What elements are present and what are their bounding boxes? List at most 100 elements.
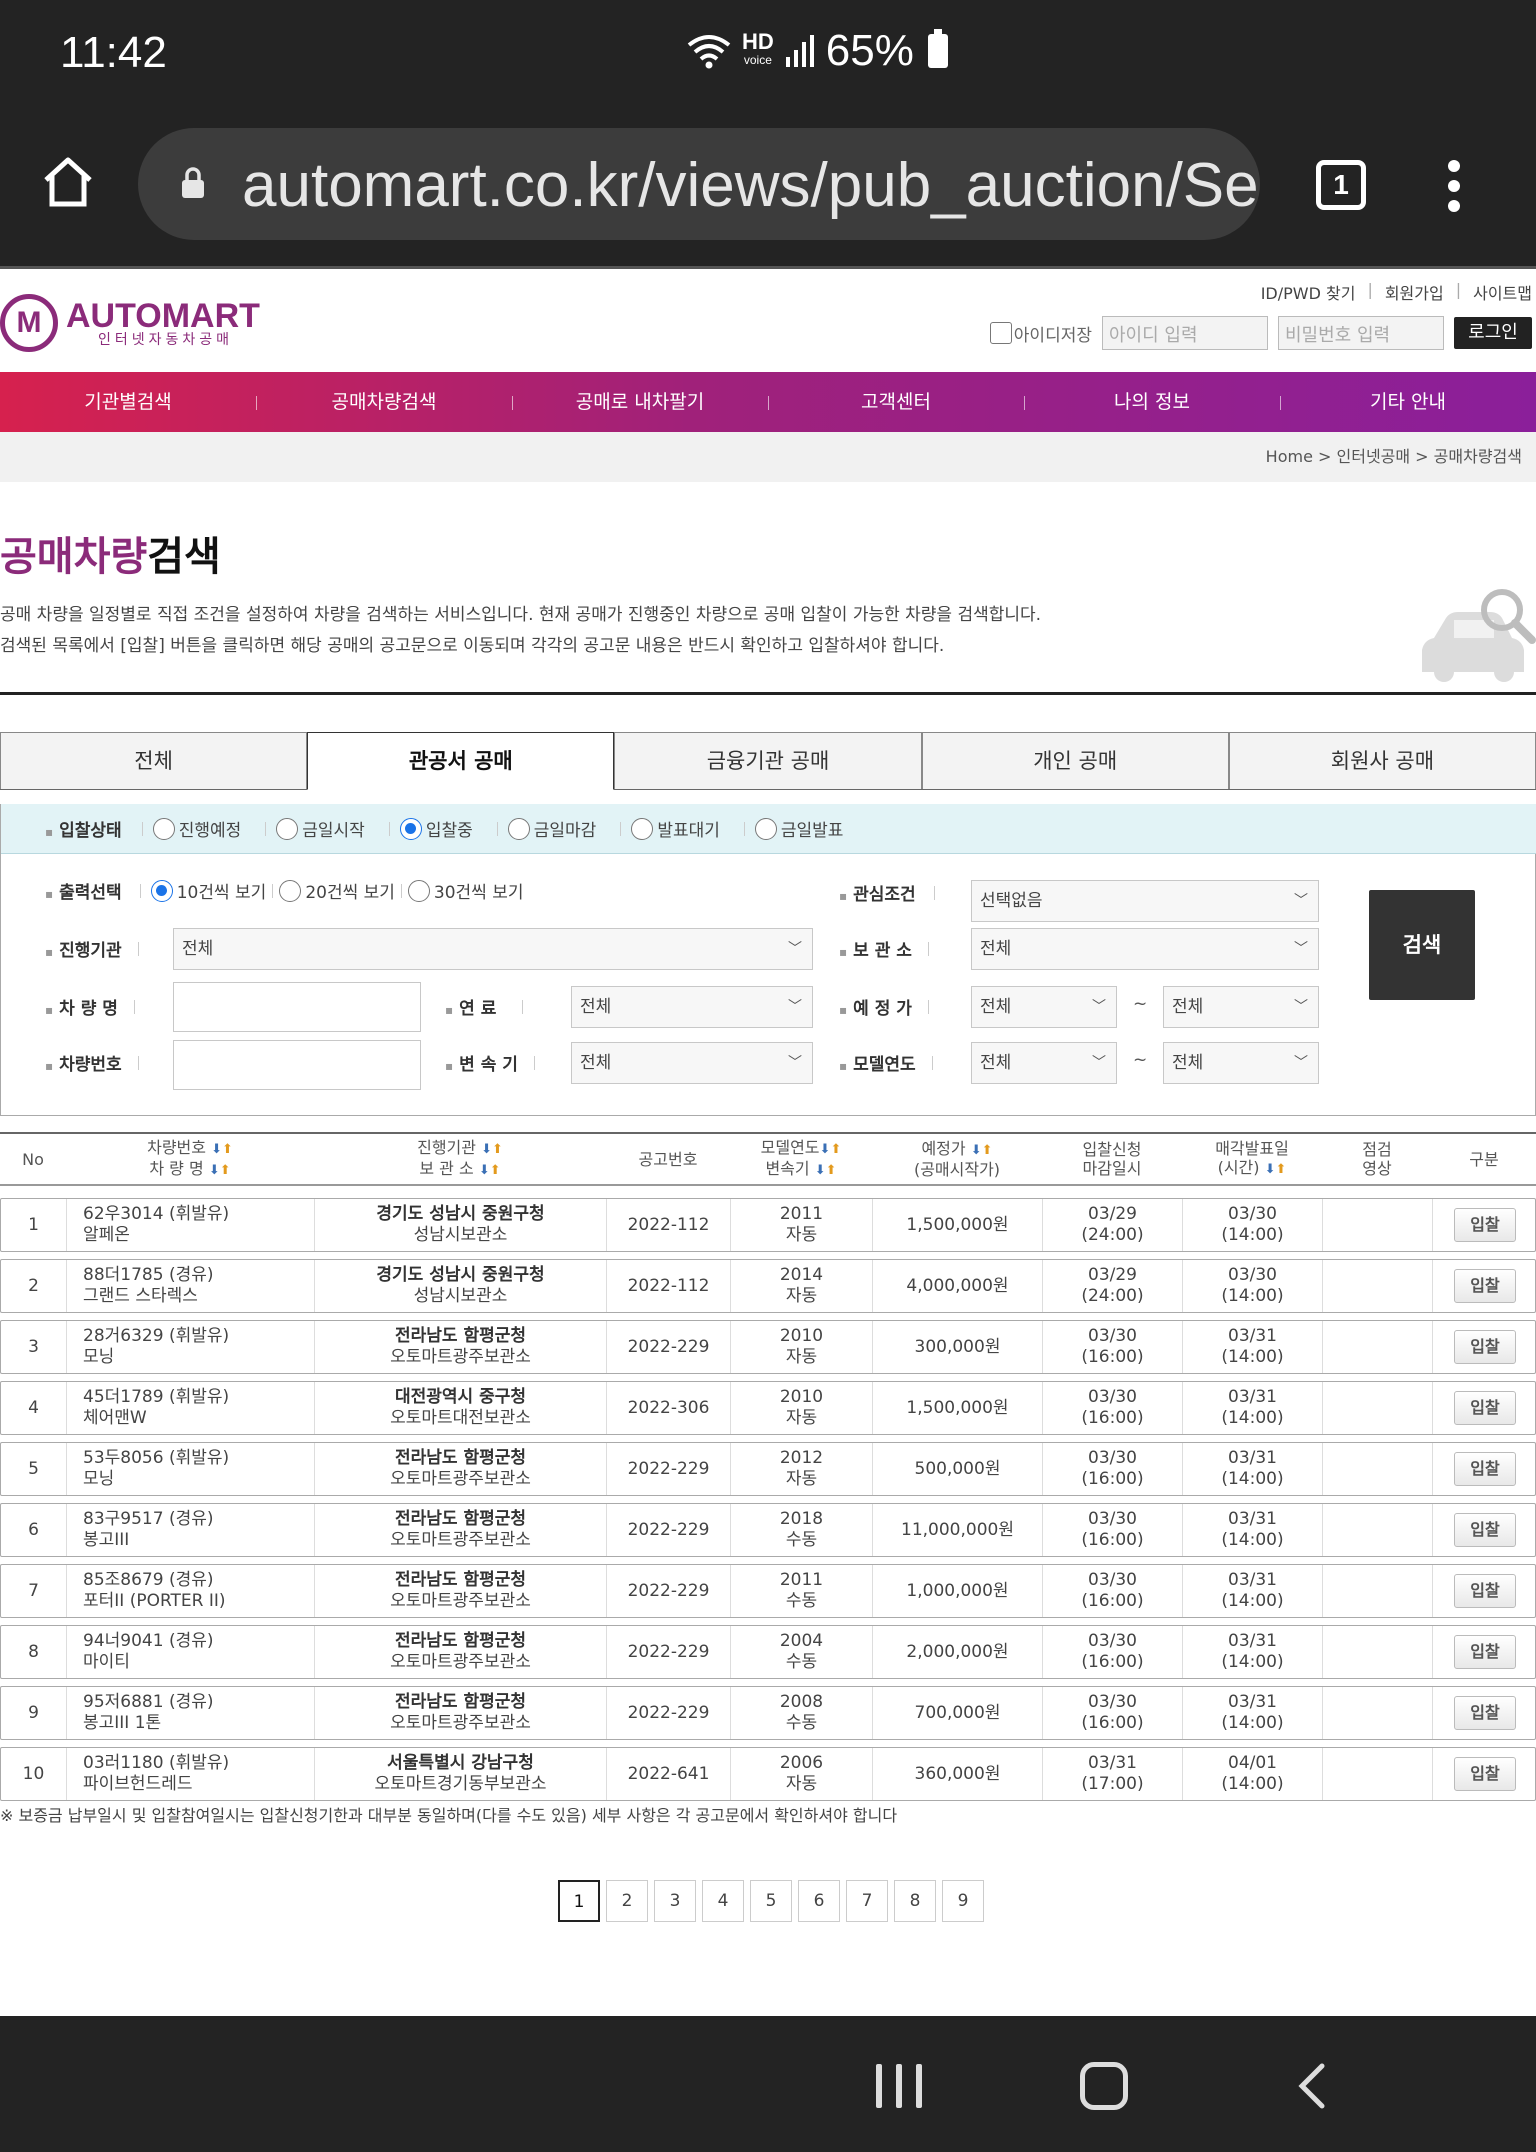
results-table: No 차량번호 ⬇⬆ 차 량 명 ⬇⬆ 진행기관 ⬇⬆ 보 관 소 ⬇⬆ 공고번… [0,1132,1536,1801]
bid-button[interactable]: 입찰 [1454,1452,1516,1486]
join-link[interactable]: 회원가입 [1385,280,1444,304]
page-3[interactable]: 3 [654,1880,696,1922]
search-button[interactable]: 검색 [1369,890,1475,1000]
table-row: 6 83구9517 (경유) 봉고III 전라남도 함평군청 오토마트광주보관소 2… [0,1503,1536,1557]
radio-await-announce[interactable]: 발표대기 [631,816,720,841]
radio-20-per-page[interactable]: 20건씩 보기 [279,878,395,903]
page-4[interactable]: 4 [702,1880,744,1922]
radio-10-per-page[interactable]: 10건씩 보기 [150,878,266,903]
tabs-icon[interactable]: 1 [1316,160,1366,210]
th-agency[interactable]: 진행기관 ⬇⬆ 보 관 소 ⬇⬆ [314,1134,606,1184]
th-car[interactable]: 차량번호 ⬇⬆ 차 량 명 ⬇⬆ [66,1134,314,1184]
page-1[interactable]: 1 [558,1880,600,1922]
nav-other-info[interactable]: 기타 안내 [1280,372,1536,432]
year-to-select[interactable]: 전체 ﹀ [1163,1042,1319,1084]
save-id-checkbox[interactable] [989,322,1012,344]
bid-button[interactable]: 입찰 [1454,1208,1516,1242]
sort-down-icon: ⬇ [208,1163,220,1178]
sort-down-icon: ⬇ [970,1143,982,1158]
battery-icon [927,29,948,68]
status-bar: 11:42 HD voice 65% [0,0,1536,110]
th-announce[interactable]: 매각발표일 (시간) ⬇⬆ [1182,1134,1322,1184]
table-row: 9 95저6881 (경유) 봉고III 1톤 전라남도 함평군청 오토마트광주보관… [0,1686,1536,1740]
top-links: ID/PWD 찾기 | 회원가입 | 사이트맵 [1260,280,1532,304]
page-9[interactable]: 9 [942,1880,984,1922]
bid-button[interactable]: 입찰 [1454,1696,1516,1730]
agency-select[interactable]: 전체 ﹀ [173,928,813,970]
section-divider [0,692,1536,695]
bid-button[interactable]: 입찰 [1454,1574,1516,1608]
chevron-down-icon: ﹀ [1294,1055,1308,1071]
trans-select[interactable]: 전체 ﹀ [571,1042,813,1084]
th-video: 점검 영상 [1362,1140,1392,1178]
table-header: No 차량번호 ⬇⬆ 차 량 명 ⬇⬆ 진행기관 ⬇⬆ 보 관 소 ⬇⬆ 공고번… [0,1132,1536,1186]
output-row: 출력선택 10건씩 보기 20건씩 보기 30건씩 보기 [45,878,524,903]
address-bar[interactable]: automart.co.kr/views/pub_auction/Se [138,128,1260,240]
radio-planned[interactable]: 진행예정 [152,816,241,841]
bid-button[interactable]: 입찰 [1454,1757,1516,1791]
th-price[interactable]: 예정가 ⬇⬆ (공매시작가) [872,1134,1042,1184]
car-name-input[interactable] [173,982,421,1032]
radio-announce-today[interactable]: 금일발표 [754,816,843,841]
radio-start-today[interactable]: 금일시작 [276,816,365,841]
interest-select[interactable]: 선택없음 ﹀ [971,880,1319,922]
table-row: 10 03러1180 (휘발유) 파이브헌드레드 서울특별시 강남구청 오토마트경기… [0,1747,1536,1801]
home-icon[interactable] [40,154,96,210]
login-button[interactable]: 로그인 [1454,317,1532,349]
fuel-select[interactable]: 전체 ﹀ [571,986,813,1028]
nav-home-icon[interactable] [1080,2062,1128,2110]
automart-logo[interactable]: M AUTOMART 인터넷자동차공매 [0,288,260,358]
fuel-label-wrap: 연 료 [445,994,533,1019]
price-to-select[interactable]: 전체 ﹀ [1163,986,1319,1028]
tab-member[interactable]: 회원사 공매 [1228,732,1536,789]
table-row: 8 94너9041 (경유) 마이티 전라남도 함평군청 오토마트광주보관소 202… [0,1625,1536,1679]
sitemap-link[interactable]: 사이트맵 [1473,280,1532,304]
page-5[interactable]: 5 [750,1880,792,1922]
sort-up-icon: ⬆ [219,1163,231,1178]
th-action: 구분 [1469,1149,1499,1169]
page-7[interactable]: 7 [846,1880,888,1922]
nav-agency-search[interactable]: 기관별검색 [0,372,256,432]
table-row: 5 53두8056 (휘발유) 모닝 전라남도 함평군청 오토마트광주보관소 202… [0,1442,1536,1496]
password-input[interactable]: 비밀번호 입력 [1278,316,1444,350]
tab-government[interactable]: 관공서 공매 [307,732,615,790]
price-from-select[interactable]: 전체 ﹀ [971,986,1117,1028]
page-8[interactable]: 8 [894,1880,936,1922]
web-page: M AUTOMART 인터넷자동차공매 ID/PWD 찾기 | 회원가입 | 사이트… [0,266,1536,2016]
bid-button[interactable]: 입찰 [1454,1635,1516,1669]
car-search-icon [1422,589,1536,682]
bid-button[interactable]: 입찰 [1454,1513,1516,1547]
main-nav: 기관별검색 공매차량검색 공매로 내차팔기 고객센터 나의 정보 기타 안내 [0,372,1536,432]
more-menu-icon[interactable] [1446,160,1462,216]
bid-button[interactable]: 입찰 [1454,1391,1516,1425]
car-no-input[interactable] [173,1040,421,1090]
chevron-down-icon: ﹀ [1294,941,1308,957]
chevron-down-icon: ﹀ [1294,893,1308,909]
id-input[interactable]: 아이디 입력 [1102,316,1268,350]
page-description: 공매 차량을 일정별로 직접 조건을 설정하여 차량을 검색하는 서비스입니다.… [0,605,1042,656]
bid-button[interactable]: 입찰 [1454,1269,1516,1303]
tab-all[interactable]: 전체 [0,732,308,789]
find-id-pwd-link[interactable]: ID/PWD 찾기 [1261,280,1356,304]
page-2[interactable]: 2 [606,1880,648,1922]
year-from-select[interactable]: 전체 ﹀ [971,1042,1117,1084]
tab-personal[interactable]: 개인 공매 [921,732,1229,789]
storage-select[interactable]: 전체 ﹀ [971,928,1319,970]
page-6[interactable]: 6 [798,1880,840,1922]
status-time: 11:42 [60,28,167,77]
nav-back-icon[interactable] [1292,2062,1332,2110]
nav-recent-icon[interactable] [876,2064,922,2108]
logo-subtitle: 인터넷자동차공매 [98,332,234,348]
radio-close-today[interactable]: 금일마감 [507,816,596,841]
nav-customer-center[interactable]: 고객센터 [768,372,1024,432]
nav-sell-my-car[interactable]: 공매로 내차팔기 [512,372,768,432]
th-year[interactable]: 모델연도⬇⬆ 변속기 ⬇⬆ [730,1134,872,1184]
breadcrumb: Home > 인터넷공매 > 공매차량검색 [0,432,1536,482]
bid-button[interactable]: 입찰 [1454,1330,1516,1364]
table-row: 4 45더1789 (휘발유) 체어맨W 대전광역시 중구청 오토마트대전보관소 2… [0,1381,1536,1435]
tab-financial[interactable]: 금융기관 공매 [614,732,922,789]
nav-my-info[interactable]: 나의 정보 [1024,372,1280,432]
radio-bidding[interactable]: 입찰중 [399,816,473,841]
radio-30-per-page[interactable]: 30건씩 보기 [407,878,524,903]
nav-vehicle-search[interactable]: 공매차량검색 [256,372,512,432]
